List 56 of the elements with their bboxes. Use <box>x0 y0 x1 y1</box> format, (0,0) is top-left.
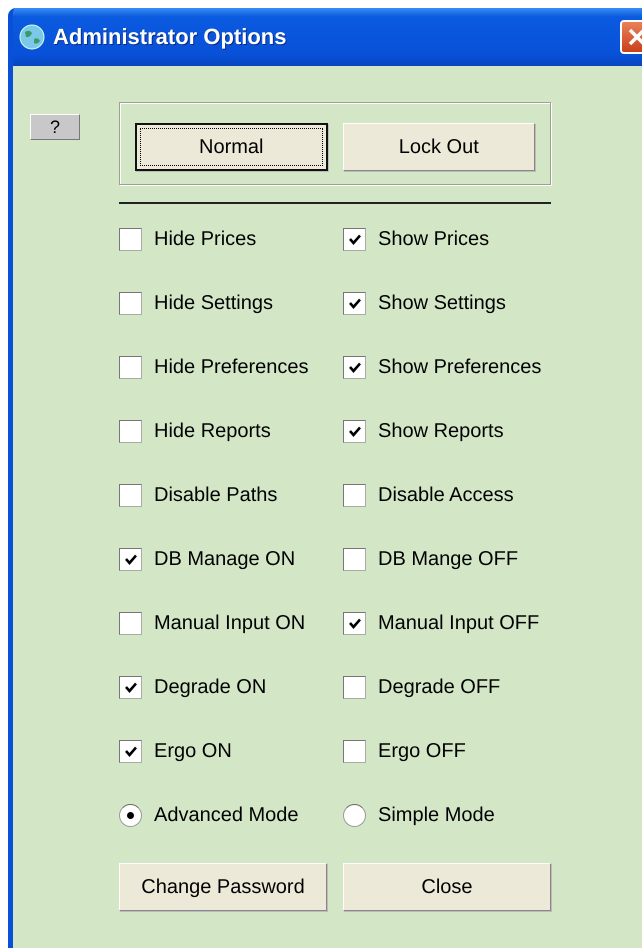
checkbox[interactable] <box>343 420 366 443</box>
checkbox[interactable] <box>119 356 142 379</box>
checkbox-label: Degrade ON <box>154 676 266 699</box>
checkbox-label: Show Preferences <box>378 356 542 379</box>
check-icon <box>348 616 362 630</box>
globe-icon <box>19 24 45 50</box>
radio-label: Advanced Mode <box>154 804 299 827</box>
checkbox-label: Ergo ON <box>154 740 232 763</box>
checkbox[interactable] <box>343 676 366 699</box>
mode-button[interactable]: Lock Out <box>342 123 535 171</box>
checkbox-label: DB Manage ON <box>154 548 296 571</box>
checkbox-label: Show Settings <box>378 292 506 315</box>
checkbox[interactable] <box>119 228 142 251</box>
checkbox[interactable] <box>119 612 142 635</box>
checkbox[interactable] <box>119 676 142 699</box>
checkbox[interactable] <box>119 292 142 315</box>
check-icon <box>348 296 362 310</box>
checkbox-label: Show Reports <box>378 420 504 443</box>
check-icon <box>124 680 138 694</box>
check-icon <box>348 424 362 438</box>
help-button[interactable]: ? <box>30 114 80 140</box>
checkbox-label: Ergo OFF <box>378 740 466 763</box>
checkbox-label: Hide Prices <box>154 228 256 251</box>
checkbox[interactable] <box>343 612 366 635</box>
checkbox-label: Disable Paths <box>154 484 278 507</box>
close-icon <box>627 27 642 47</box>
checkbox[interactable] <box>119 548 142 571</box>
radio-button[interactable] <box>343 804 366 827</box>
checkbox-label: Hide Settings <box>154 292 273 315</box>
checkbox-label: Show Prices <box>378 228 490 251</box>
checkbox[interactable] <box>343 484 366 507</box>
checkbox-label: Degrade OFF <box>378 676 500 699</box>
dialog-button[interactable]: Close <box>343 863 551 911</box>
mode-button[interactable]: Normal <box>135 123 328 171</box>
checkbox[interactable] <box>343 292 366 315</box>
checkbox[interactable] <box>343 356 366 379</box>
checkbox-label: Manual Input ON <box>154 612 306 635</box>
dialog-button[interactable]: Change Password <box>119 863 327 911</box>
checkbox[interactable] <box>343 228 366 251</box>
check-icon <box>124 744 138 758</box>
check-icon <box>124 552 138 566</box>
window-title: Administrator Options <box>53 24 288 50</box>
checkbox-label: Disable Access <box>378 484 514 507</box>
checkbox[interactable] <box>343 740 366 763</box>
checkbox[interactable] <box>343 548 366 571</box>
checkbox-label: Hide Reports <box>154 420 271 443</box>
radio-button[interactable] <box>119 804 142 827</box>
radio-label: Simple Mode <box>378 804 495 827</box>
checkbox-label: Hide Preferences <box>154 356 309 379</box>
checkbox[interactable] <box>119 420 142 443</box>
checkbox-label: Manual Input OFF <box>378 612 540 635</box>
check-icon <box>348 360 362 374</box>
checkbox[interactable] <box>119 740 142 763</box>
checkbox[interactable] <box>119 484 142 507</box>
checkbox-label: DB Mange OFF <box>378 548 518 571</box>
check-icon <box>348 232 362 246</box>
